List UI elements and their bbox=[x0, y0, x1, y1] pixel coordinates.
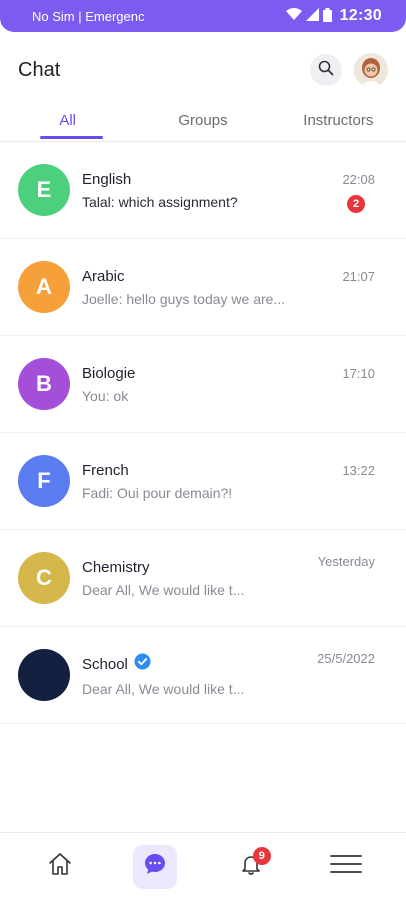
unread-badge: 2 bbox=[347, 195, 365, 213]
chat-avatar: C bbox=[18, 552, 70, 604]
chat-name: Arabic bbox=[82, 267, 125, 285]
nav-chat[interactable] bbox=[133, 844, 178, 889]
chat-avatar: F bbox=[18, 455, 70, 507]
chat-name: French bbox=[82, 461, 129, 479]
chat-row-school[interactable]: School Dear All, We would like t... 25/5… bbox=[0, 627, 406, 724]
carrier-text: No Sim | Emergenc bbox=[32, 8, 145, 24]
chat-preview: Dear All, We would like t... bbox=[82, 581, 245, 598]
header: Chat bbox=[0, 32, 406, 108]
wifi-icon bbox=[285, 8, 302, 24]
verified-icon bbox=[134, 653, 151, 675]
chat-avatar: A bbox=[18, 261, 70, 313]
chat-time: 25/5/2022 bbox=[317, 651, 375, 666]
tab-bar: All Groups Instructors bbox=[0, 100, 406, 142]
tab-all[interactable]: All bbox=[0, 100, 135, 141]
chat-row-biologie[interactable]: B Biologie You: ok 17:10 bbox=[0, 336, 406, 433]
chat-time: 13:22 bbox=[342, 463, 375, 478]
battery-icon bbox=[322, 7, 332, 25]
menu-icon bbox=[330, 852, 363, 881]
home-icon bbox=[46, 850, 74, 883]
chat-time: Yesterday bbox=[317, 554, 375, 569]
tab-groups[interactable]: Groups bbox=[135, 100, 270, 141]
chat-list: E English Talal: which assignment? 22:08… bbox=[0, 142, 406, 724]
nav-menu[interactable] bbox=[324, 845, 368, 889]
tab-instructors[interactable]: Instructors bbox=[271, 100, 406, 141]
chat-preview: Joelle: hello guys today we are... bbox=[82, 290, 286, 307]
signal-icon bbox=[305, 8, 319, 24]
school-logo bbox=[18, 649, 70, 701]
chat-time: 17:10 bbox=[342, 366, 375, 381]
status-time: 12:30 bbox=[339, 7, 382, 24]
chat-preview: Fadi: Oui pour demain?! bbox=[82, 484, 233, 501]
page-title: Chat bbox=[18, 58, 61, 81]
chat-icon bbox=[143, 852, 167, 881]
nav-home[interactable] bbox=[38, 845, 82, 889]
notification-badge: 9 bbox=[252, 846, 271, 865]
search-button[interactable] bbox=[310, 54, 342, 86]
chat-row-french[interactable]: F French Fadi: Oui pour demain?! 13:22 bbox=[0, 433, 406, 530]
chat-time: 21:07 bbox=[342, 269, 375, 284]
chat-name: Chemistry bbox=[82, 558, 150, 576]
chat-avatar: B bbox=[18, 358, 70, 410]
chat-name: English bbox=[82, 170, 132, 188]
chat-time: 22:08 bbox=[342, 172, 375, 187]
chat-row-chemistry[interactable]: C Chemistry Dear All, We would like t...… bbox=[0, 530, 406, 627]
chat-row-english[interactable]: E English Talal: which assignment? 22:08… bbox=[0, 142, 406, 239]
search-icon bbox=[318, 60, 334, 81]
nav-notifications[interactable]: 9 bbox=[229, 845, 273, 889]
status-bar: No Sim | Emergenc 12:30 bbox=[0, 0, 406, 32]
chat-row-arabic[interactable]: A Arabic Joelle: hello guys today we are… bbox=[0, 239, 406, 336]
chat-preview: Talal: which assignment? bbox=[82, 193, 238, 210]
chat-preview: Dear All, We would like t... bbox=[82, 681, 245, 697]
bottom-nav: 9 bbox=[0, 832, 406, 900]
chat-name: Biologie bbox=[82, 364, 136, 382]
user-avatar[interactable] bbox=[354, 53, 388, 87]
chat-preview: You: ok bbox=[82, 387, 129, 404]
chat-name: School bbox=[82, 655, 128, 673]
chat-avatar: E bbox=[18, 164, 70, 216]
